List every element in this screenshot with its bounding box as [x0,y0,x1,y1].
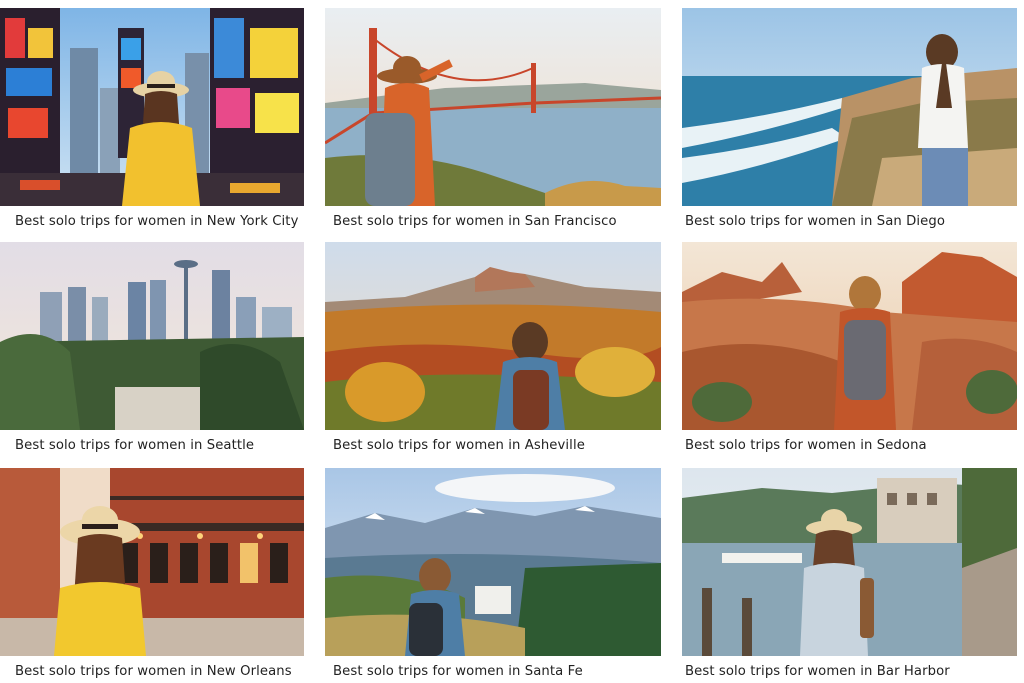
san-diego-photo[interactable] [682,8,1017,206]
card-caption[interactable]: Best solo trips for women in Bar Harbor [685,664,950,679]
sedona-photo[interactable] [682,242,1017,430]
new-orleans-photo[interactable] [0,468,304,656]
destination-grid: Best solo trips for women in New York Ci… [0,0,1024,683]
card-caption[interactable]: Best solo trips for women in New Orleans [15,664,292,679]
card-caption[interactable]: Best solo trips for women in Sedona [685,438,927,453]
card-caption[interactable]: Best solo trips for women in New York Ci… [15,214,298,229]
card-caption[interactable]: Best solo trips for women in Santa Fe [333,664,583,679]
card-caption[interactable]: Best solo trips for women in San Diego [685,214,945,229]
card-caption[interactable]: Best solo trips for women in Asheville [333,438,585,453]
card-caption[interactable]: Best solo trips for women in San Francis… [333,214,617,229]
bar-harbor-photo[interactable] [682,468,1017,656]
asheville-photo[interactable] [325,242,661,430]
seattle-photo[interactable] [0,242,304,430]
santa-fe-photo[interactable] [325,468,661,656]
new-york-city-photo[interactable] [0,8,304,206]
san-francisco-photo[interactable] [325,8,661,206]
card-caption[interactable]: Best solo trips for women in Seattle [15,438,254,453]
